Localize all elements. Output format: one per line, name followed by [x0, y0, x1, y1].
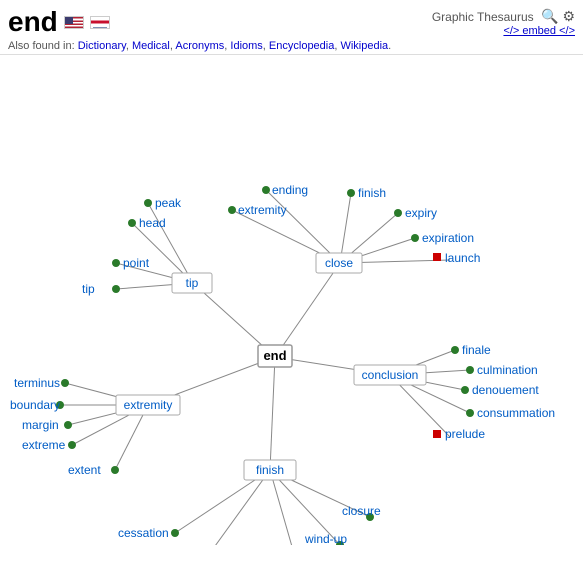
- leaf-prelude[interactable]: prelude: [445, 427, 485, 441]
- top-right-panel: Graphic Thesaurus 🔍 ⚙ </> embed </>: [432, 8, 575, 37]
- leaf-closure[interactable]: closure: [342, 504, 381, 518]
- leaf-boundary[interactable]: boundary: [10, 398, 60, 412]
- leaf-expiry[interactable]: expiry: [405, 206, 437, 220]
- graphic-thesaurus-label: Graphic Thesaurus: [432, 10, 534, 24]
- source-medical[interactable]: Medical: [132, 40, 170, 52]
- flag-us-icon[interactable]: [64, 16, 84, 29]
- leaf-extent[interactable]: extent: [68, 463, 101, 477]
- thesaurus-graph: end tip close extremity conclusion finis…: [0, 55, 583, 545]
- leaf-launch[interactable]: launch: [445, 251, 480, 265]
- node-extremity[interactable]: extremity: [124, 398, 173, 412]
- source-idioms[interactable]: Idioms: [230, 40, 262, 52]
- graph-container: end tip close extremity conclusion finis…: [0, 55, 583, 545]
- node-finish[interactable]: finish: [256, 463, 284, 477]
- leaf-point[interactable]: point: [123, 256, 150, 270]
- node-conclusion[interactable]: conclusion: [362, 368, 419, 382]
- leaf-extremity-top[interactable]: extremity: [238, 203, 287, 217]
- center-node-end[interactable]: end: [263, 348, 286, 363]
- leaf-consummation[interactable]: consummation: [477, 406, 555, 420]
- leaf-finale[interactable]: finale: [462, 343, 491, 357]
- leaf-ending[interactable]: ending: [272, 183, 308, 197]
- node-tip[interactable]: tip: [186, 276, 199, 290]
- leaf-margin[interactable]: margin: [22, 418, 59, 432]
- page-title: end: [8, 6, 58, 38]
- leaf-extreme[interactable]: extreme: [22, 438, 66, 452]
- leaf-culmination[interactable]: culmination: [477, 363, 538, 377]
- also-found-bar: Also found in: Dictionary, Medical, Acro…: [8, 40, 575, 52]
- leaf-cessation[interactable]: cessation: [118, 526, 169, 540]
- leaf-denouement[interactable]: denouement: [472, 383, 539, 397]
- leaf-expiration[interactable]: expiration: [422, 231, 474, 245]
- search-icon[interactable]: 🔍: [541, 8, 558, 25]
- source-acronyms[interactable]: Acronyms: [175, 40, 224, 52]
- leaf-tip[interactable]: tip: [82, 282, 95, 296]
- leaf-peak[interactable]: peak: [155, 196, 182, 210]
- source-encyclopedia[interactable]: Encyclopedia: [269, 40, 334, 52]
- source-wikipedia[interactable]: Wikipedia: [340, 40, 388, 52]
- leaf-terminus[interactable]: terminus: [14, 376, 60, 390]
- leaf-head[interactable]: head: [139, 216, 166, 230]
- leaf-wind-up[interactable]: wind-up: [304, 532, 347, 545]
- leaf-finish-top[interactable]: finish: [358, 186, 386, 200]
- flag-uk-icon[interactable]: [90, 16, 110, 29]
- node-close[interactable]: close: [325, 256, 353, 270]
- embed-link[interactable]: </> embed </>: [432, 25, 575, 37]
- settings-icon[interactable]: ⚙: [562, 8, 575, 25]
- source-dictionary[interactable]: Dictionary: [78, 40, 126, 52]
